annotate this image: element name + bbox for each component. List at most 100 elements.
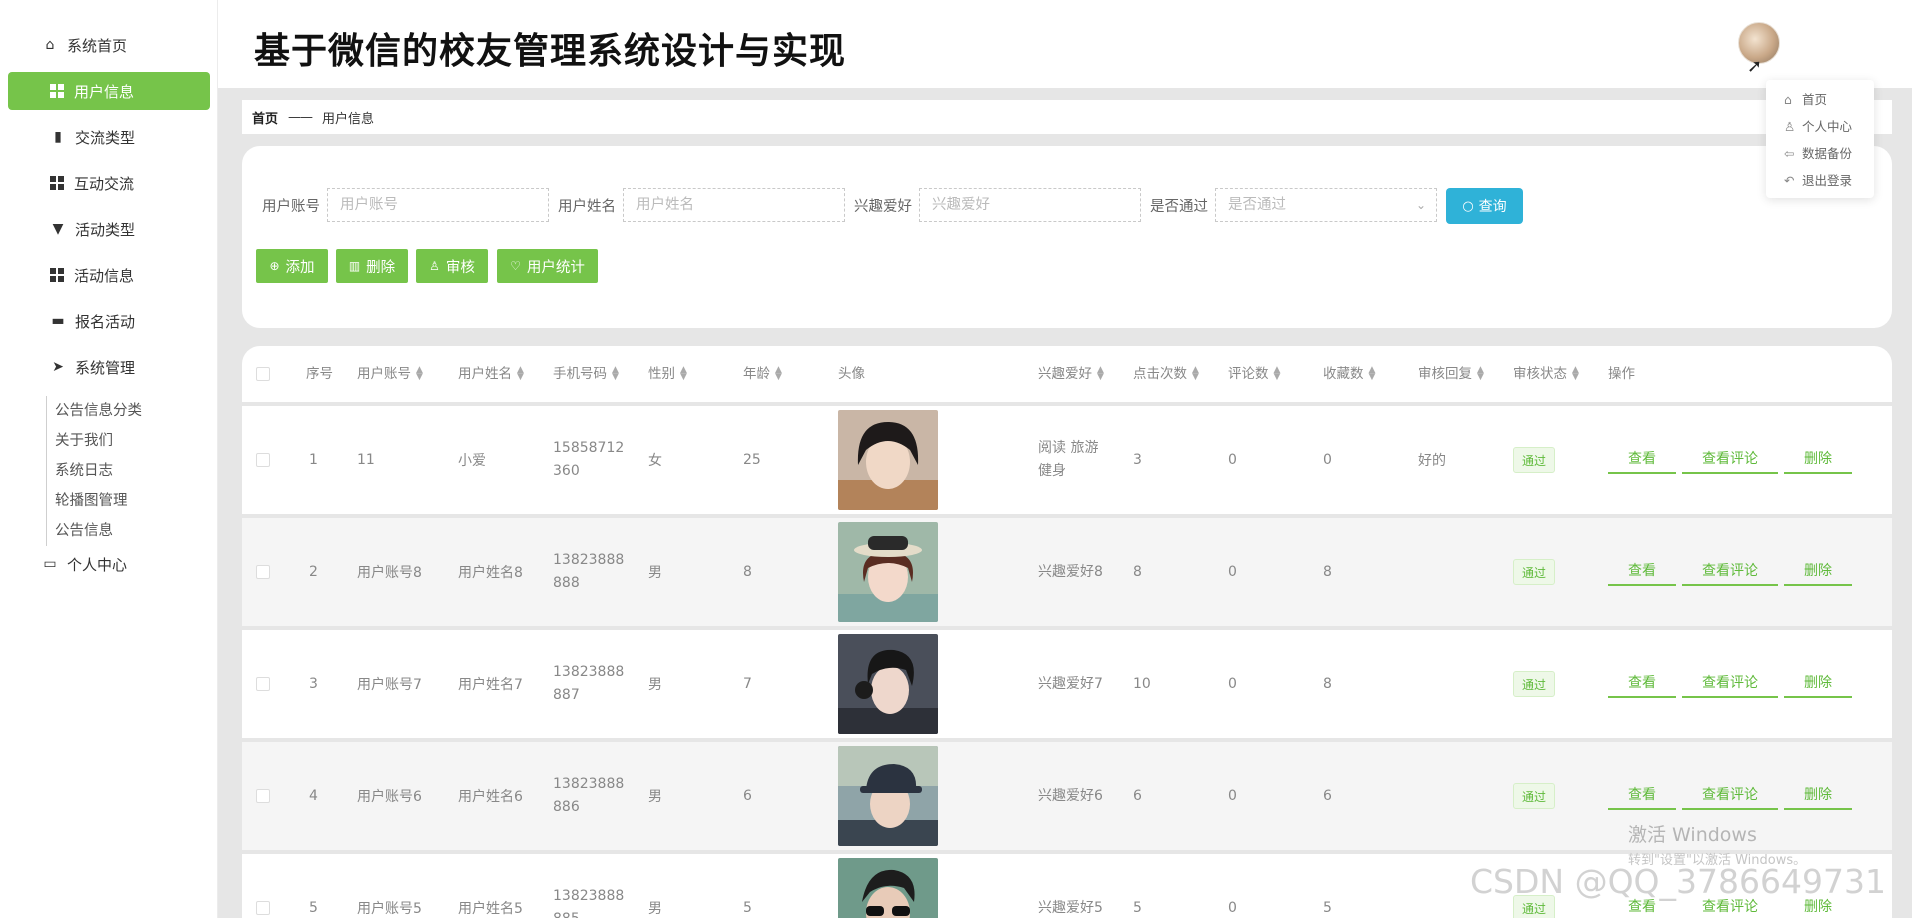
logout-icon: ↶	[1784, 173, 1795, 188]
audit-button[interactable]: ♙ 审核	[416, 249, 488, 283]
sidebar-item-personal[interactable]: ▭ 个人中心	[8, 545, 210, 583]
user-stats-button[interactable]: ♡ 用户统计	[497, 249, 598, 283]
header-reply[interactable]: 审核回复 ▲ ▼	[1418, 346, 1484, 402]
header: 基于微信的校友管理系统设计与实现	[218, 0, 1912, 88]
header-label: 性别	[648, 366, 675, 382]
header-account[interactable]: 用户账号 ▲ ▼	[357, 346, 423, 402]
cell-avatar[interactable]	[838, 406, 938, 514]
view-comments-button[interactable]: 查看评论	[1682, 556, 1778, 586]
submenu-item-about[interactable]: 关于我们	[47, 426, 142, 456]
delete-button[interactable]: ▥ 删除	[336, 249, 408, 283]
submenu-item-notice[interactable]: 公告信息	[47, 516, 142, 546]
sidebar-item-label: 系统首页	[67, 36, 128, 55]
header-avatar: 头像	[838, 366, 865, 382]
header-name[interactable]: 用户姓名 ▲ ▼	[458, 346, 524, 402]
user-photo	[838, 522, 938, 622]
row-checkbox[interactable]	[256, 518, 270, 626]
cell-index: 4	[309, 788, 318, 804]
row-delete-button[interactable]: 删除	[1784, 556, 1852, 586]
table-row: 1 11 小爱 15858712360 女 25 阅读 旅游 健身 3 0 0 …	[242, 406, 1892, 514]
search-icon: ○	[1462, 198, 1474, 214]
mouse-cursor-icon: ➚	[1747, 56, 1763, 77]
header-clicks[interactable]: 点击次数 ▲ ▼	[1133, 346, 1199, 402]
submenu-item-logs[interactable]: 系统日志	[47, 456, 142, 486]
view-button[interactable]: 查看	[1608, 668, 1676, 698]
cell-phone: 15858712360	[553, 440, 625, 479]
query-button[interactable]: ○ 查询	[1446, 188, 1523, 224]
submenu-item-notice-category[interactable]: 公告信息分类	[47, 396, 142, 426]
sidebar-item-home[interactable]: ⌂ 系统首页	[8, 26, 210, 64]
header-index: 序号	[306, 366, 333, 382]
cell-favorites: 5	[1323, 900, 1332, 916]
sidebar-item-activity-info[interactable]: 活动信息	[8, 256, 210, 294]
trash-icon: ▥	[348, 259, 361, 273]
row-checkbox[interactable]	[256, 742, 270, 850]
activate-windows-watermark: 激活 Windows	[1628, 824, 1757, 846]
dropdown-item-label: 退出登录	[1802, 173, 1853, 188]
row-checkbox[interactable]	[256, 630, 270, 738]
row-delete-button[interactable]: 删除	[1784, 780, 1852, 810]
header-phone[interactable]: 手机号码 ▲ ▼	[553, 346, 619, 402]
view-comments-button[interactable]: 查看评论	[1682, 668, 1778, 698]
dropdown-item-label: 数据备份	[1802, 146, 1853, 161]
cell-clicks: 8	[1133, 564, 1142, 580]
approved-select[interactable]: 是否通过 ⌄	[1215, 188, 1437, 222]
sidebar-item-signup[interactable]: ▬ 报名活动	[8, 302, 210, 340]
row-checkbox[interactable]	[256, 854, 270, 918]
breadcrumb-home[interactable]: 首页	[252, 108, 278, 127]
name-search-input[interactable]: 用户姓名	[623, 188, 845, 222]
dropdown-item-backup[interactable]: ⇦ 数据备份	[1766, 140, 1874, 167]
cell-comments: 0	[1228, 900, 1237, 916]
sidebar-item-system[interactable]: ➤ 系统管理	[8, 348, 210, 386]
view-button[interactable]: 查看	[1608, 556, 1676, 586]
view-button[interactable]: 查看	[1608, 780, 1676, 810]
user-icon: ♙	[1784, 119, 1796, 134]
cell-favorites: 8	[1323, 564, 1332, 580]
cell-avatar[interactable]	[838, 630, 938, 738]
cell-clicks: 5	[1133, 900, 1142, 916]
account-search-input[interactable]: 用户账号	[327, 188, 549, 222]
cell-age: 5	[743, 900, 752, 916]
row-delete-button[interactable]: 删除	[1784, 444, 1852, 474]
row-delete-button[interactable]: 删除	[1784, 668, 1852, 698]
header-label: 兴趣爱好	[1038, 366, 1092, 382]
add-button-label: 添加	[285, 259, 315, 276]
dropdown-item-logout[interactable]: ↶ 退出登录	[1766, 167, 1874, 194]
user-dropdown: ⌂ 首页 ♙ 个人中心 ⇦ 数据备份 ↶ 退出登录	[1766, 80, 1874, 198]
sidebar-item-user-info[interactable]: 用户信息	[8, 72, 210, 110]
search-label-name: 用户姓名	[558, 199, 616, 215]
submenu-item-carousel[interactable]: 轮播图管理	[47, 486, 142, 516]
view-button[interactable]: 查看	[1608, 444, 1676, 474]
header-gender[interactable]: 性别 ▲ ▼	[648, 346, 687, 402]
chat-icon: ▬	[51, 313, 65, 329]
cell-avatar[interactable]	[838, 742, 938, 850]
cell-avatar[interactable]	[838, 518, 938, 626]
sort-icon: ▲ ▼	[1192, 365, 1199, 382]
cell-phone: 13823888885	[553, 888, 625, 918]
view-comments-button[interactable]: 查看评论	[1682, 444, 1778, 474]
sidebar-item-interaction[interactable]: 互动交流	[8, 164, 210, 202]
audit-button-label: 审核	[445, 259, 475, 276]
header-hobby[interactable]: 兴趣爱好 ▲ ▼	[1038, 346, 1104, 402]
cell-account: 用户账号5	[357, 901, 422, 917]
dropdown-item-personal[interactable]: ♙ 个人中心	[1766, 113, 1874, 140]
header-comments[interactable]: 评论数 ▲ ▼	[1228, 346, 1280, 402]
sort-icon: ▲ ▼	[680, 365, 687, 382]
header-age[interactable]: 年龄 ▲ ▼	[743, 346, 782, 402]
cell-hobby: 兴趣爱好8	[1038, 563, 1103, 580]
sidebar-item-label: 互动交流	[74, 174, 135, 193]
view-comments-button[interactable]: 查看评论	[1682, 780, 1778, 810]
sidebar-item-label: 交流类型	[75, 128, 136, 147]
row-checkbox[interactable]	[256, 406, 270, 514]
header-favorites[interactable]: 收藏数 ▲ ▼	[1323, 346, 1375, 402]
header-status[interactable]: 审核状态 ▲ ▼	[1513, 346, 1579, 402]
cell-age: 6	[743, 788, 752, 804]
dropdown-item-home[interactable]: ⌂ 首页	[1766, 86, 1874, 113]
hobby-search-input[interactable]: 兴趣爱好	[919, 188, 1141, 222]
sidebar-item-exchange-type[interactable]: ▮ 交流类型	[8, 118, 210, 156]
cell-index: 2	[309, 564, 318, 580]
cell-avatar[interactable]	[838, 854, 938, 918]
sidebar-item-activity-type[interactable]: ▼ 活动类型	[8, 210, 210, 248]
select-all-checkbox[interactable]	[256, 367, 270, 381]
add-button[interactable]: ⊕ 添加	[256, 249, 328, 283]
